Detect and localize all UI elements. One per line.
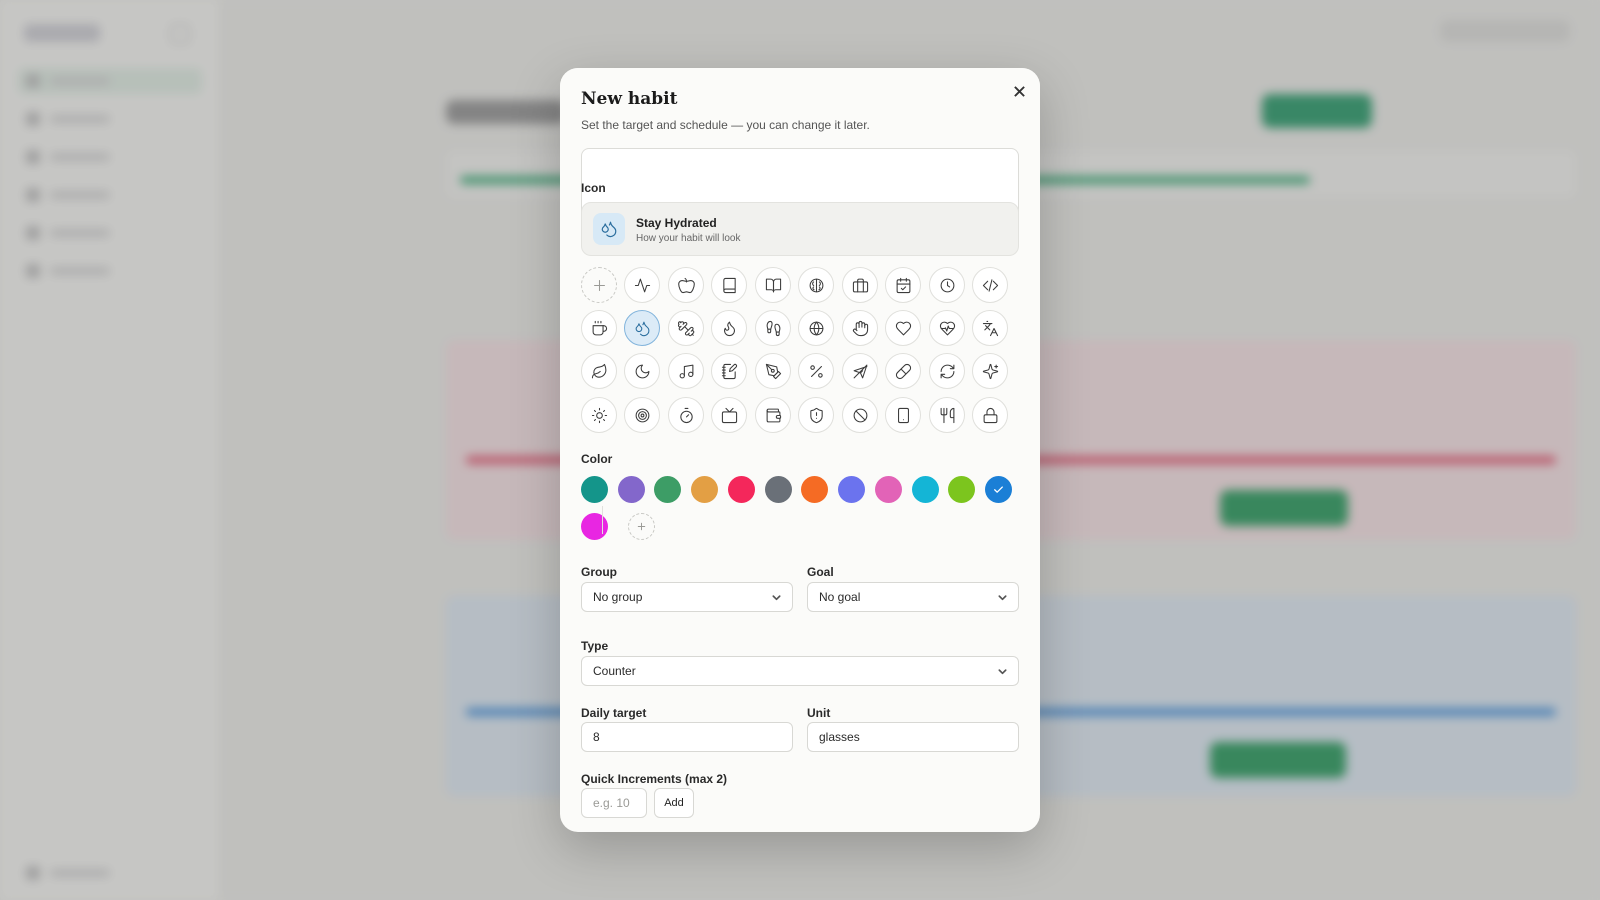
- hand-icon[interactable]: [842, 310, 878, 346]
- color-swatch[interactable]: [654, 476, 681, 503]
- coffee-icon[interactable]: [581, 310, 617, 346]
- book-open-icon[interactable]: [755, 267, 791, 303]
- globe-icon[interactable]: [798, 310, 834, 346]
- percent-icon[interactable]: [798, 353, 834, 389]
- color-swatch[interactable]: [875, 476, 902, 503]
- check-icon: [994, 486, 1003, 493]
- color-swatch[interactable]: [581, 476, 608, 503]
- color-swatch[interactable]: [948, 476, 975, 503]
- pill-icon[interactable]: [885, 353, 921, 389]
- target-icon[interactable]: [624, 397, 660, 433]
- goal-select[interactable]: No goal: [807, 582, 1019, 612]
- droplets-icon[interactable]: [624, 310, 660, 346]
- heart-pulse-icon[interactable]: [929, 310, 965, 346]
- unit-label: Unit: [807, 706, 831, 720]
- color-swatch[interactable]: [912, 476, 939, 503]
- preview-hint: How your habit will look: [636, 233, 741, 244]
- color-label: Color: [581, 452, 613, 466]
- sparkles-icon[interactable]: [972, 353, 1008, 389]
- notebook-pen-icon[interactable]: [711, 353, 747, 389]
- smartphone-icon[interactable]: [885, 397, 921, 433]
- activity-icon[interactable]: [624, 267, 660, 303]
- flame-icon[interactable]: [711, 310, 747, 346]
- calendar-check-icon[interactable]: [885, 267, 921, 303]
- goal-label: Goal: [807, 565, 834, 579]
- color-swatch[interactable]: [765, 476, 792, 503]
- music-icon[interactable]: [668, 353, 704, 389]
- color-swatch[interactable]: [691, 476, 718, 503]
- ban-icon[interactable]: [842, 397, 878, 433]
- goal-select-value: No goal: [819, 590, 861, 604]
- color-divider: [602, 506, 603, 534]
- droplets-icon: [593, 213, 625, 245]
- apple-icon[interactable]: [668, 267, 704, 303]
- color-swatch[interactable]: [728, 476, 755, 503]
- color-swatch[interactable]: [618, 476, 645, 503]
- add-increment-button[interactable]: Add: [654, 788, 694, 818]
- habit-preview: Stay Hydrated How your habit will look: [581, 202, 1019, 256]
- refresh-icon[interactable]: [929, 353, 965, 389]
- preview-habit-name: Stay Hydrated: [636, 216, 717, 230]
- daily-target-input[interactable]: [581, 722, 793, 752]
- color-swatch[interactable]: [838, 476, 865, 503]
- leaf-icon[interactable]: [581, 353, 617, 389]
- color-swatch[interactable]: [801, 476, 828, 503]
- code-icon[interactable]: [972, 267, 1008, 303]
- timer-icon[interactable]: [668, 397, 704, 433]
- daily-target-label: Daily target: [581, 706, 647, 720]
- book-icon[interactable]: [711, 267, 747, 303]
- group-label: Group: [581, 565, 617, 579]
- wallet-icon[interactable]: [755, 397, 791, 433]
- new-habit-dialog: New habit Set the target and schedule — …: [560, 68, 1040, 832]
- close-button[interactable]: [1008, 80, 1030, 102]
- pen-tool-icon[interactable]: [755, 353, 791, 389]
- clock-icon[interactable]: [929, 267, 965, 303]
- color-swatch-selected[interactable]: [985, 476, 1012, 503]
- type-select-value: Counter: [593, 664, 636, 678]
- chevron-down-icon: [998, 669, 1007, 675]
- languages-icon[interactable]: [972, 310, 1008, 346]
- add-icon[interactable]: [581, 267, 617, 303]
- group-select-value: No group: [593, 590, 643, 604]
- type-select[interactable]: Counter: [581, 656, 1019, 686]
- dumbbell-icon[interactable]: [668, 310, 704, 346]
- plus-icon: [637, 522, 646, 531]
- icon-label: Icon: [581, 181, 606, 195]
- utensils-icon[interactable]: [929, 397, 965, 433]
- chevron-down-icon: [772, 595, 781, 601]
- quick-increment-input[interactable]: [581, 788, 647, 818]
- close-icon: [1013, 85, 1025, 97]
- dialog-subtitle: Set the target and schedule — you can ch…: [581, 118, 870, 132]
- heart-icon[interactable]: [885, 310, 921, 346]
- unit-input[interactable]: [807, 722, 1019, 752]
- plane-icon[interactable]: [842, 353, 878, 389]
- sun-icon[interactable]: [581, 397, 617, 433]
- shield-icon[interactable]: [798, 397, 834, 433]
- footprints-icon[interactable]: [755, 310, 791, 346]
- quick-increments-label: Quick Increments (max 2): [581, 772, 728, 786]
- type-label: Type: [581, 639, 609, 653]
- dialog-title: New habit: [581, 89, 678, 109]
- color-swatch[interactable]: [581, 513, 608, 540]
- tv-icon[interactable]: [711, 397, 747, 433]
- group-select[interactable]: No group: [581, 582, 793, 612]
- briefcase-icon[interactable]: [842, 267, 878, 303]
- moon-icon[interactable]: [624, 353, 660, 389]
- color-palette: [581, 476, 1021, 556]
- brain-icon[interactable]: [798, 267, 834, 303]
- add-color-button[interactable]: [628, 513, 655, 540]
- chevron-down-icon: [998, 595, 1007, 601]
- lock-icon[interactable]: [972, 397, 1008, 433]
